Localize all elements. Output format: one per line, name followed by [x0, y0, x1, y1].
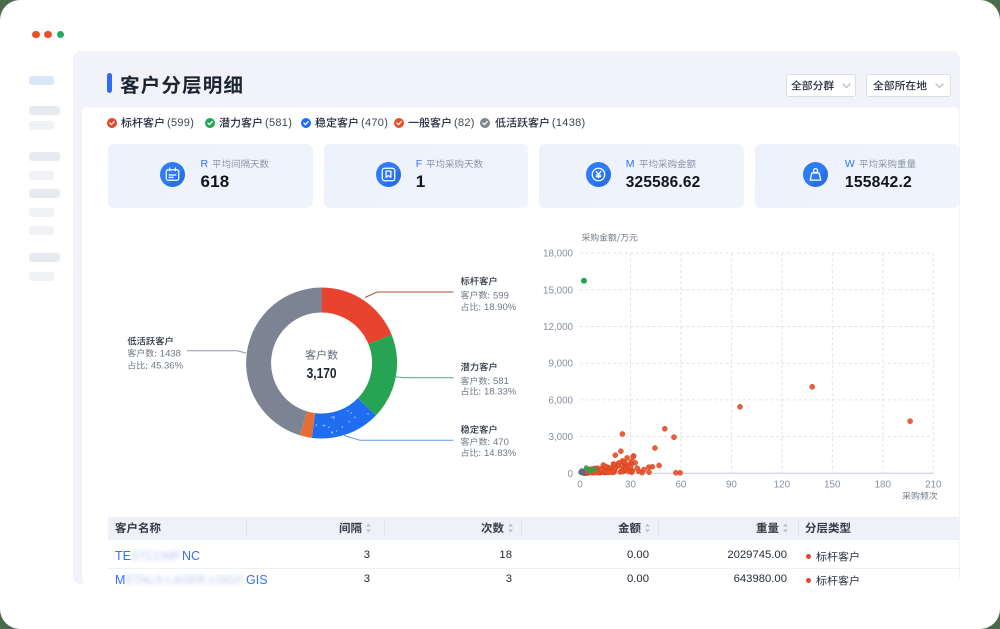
svg-text:150: 150 — [824, 479, 841, 490]
svg-text:18,000: 18,000 — [543, 249, 574, 260]
svg-text:599: 599 — [493, 290, 509, 301]
svg-text:1438: 1438 — [160, 348, 181, 359]
svg-text:60: 60 — [675, 479, 686, 490]
svg-text:3,000: 3,000 — [548, 432, 573, 443]
svg-text:470: 470 — [493, 437, 509, 448]
svg-text:12,000: 12,000 — [543, 322, 574, 333]
svg-text:0: 0 — [577, 479, 583, 490]
svg-text:210: 210 — [925, 479, 942, 490]
svg-text:30: 30 — [625, 479, 636, 490]
svg-text:45.36%: 45.36% — [151, 361, 184, 372]
svg-text:90: 90 — [726, 479, 737, 490]
svg-text:120: 120 — [774, 479, 791, 490]
svg-text:0: 0 — [568, 469, 574, 480]
svg-text:14.83%: 14.83% — [484, 448, 517, 459]
svg-text:18.33%: 18.33% — [484, 387, 517, 398]
svg-text:18.90%: 18.90% — [484, 302, 517, 313]
svg-text:15,000: 15,000 — [543, 285, 574, 296]
svg-text:9,000: 9,000 — [548, 359, 573, 370]
svg-text:180: 180 — [875, 479, 892, 490]
svg-text:3,170: 3,170 — [307, 365, 337, 382]
svg-text:6,000: 6,000 — [548, 395, 573, 406]
